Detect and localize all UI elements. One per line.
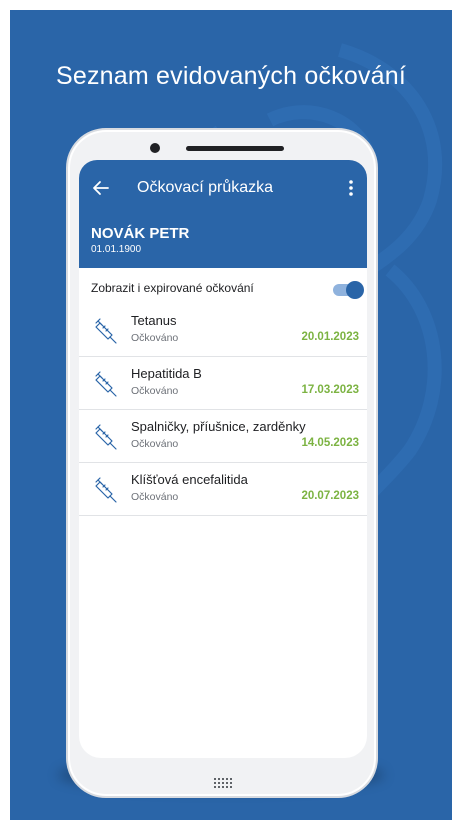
syringe-icon <box>95 477 117 503</box>
app-bar: Očkovací průkazka NOVÁK PETR 01.01.1900 <box>79 160 367 268</box>
expired-filter-row: Zobrazit i expirované očkování <box>79 268 367 304</box>
syringe-icon <box>95 424 117 450</box>
vaccination-list: Tetanus Očkováno 20.01.2023 Hepatitida B… <box>79 304 367 516</box>
syringe-icon <box>95 371 117 397</box>
patient-birth-date: 01.01.1900 <box>91 244 142 255</box>
patient-name: NOVÁK PETR <box>91 225 190 242</box>
expired-filter-toggle[interactable] <box>333 281 364 299</box>
home-grid-icon[interactable] <box>214 778 232 790</box>
promo-title: Seznam evidovaných očkování <box>55 62 407 90</box>
phone-frame: Očkovací průkazka NOVÁK PETR 01.01.1900 … <box>66 128 378 798</box>
vaccine-date: 20.01.2023 <box>301 331 359 343</box>
vaccine-date: 17.03.2023 <box>301 384 359 396</box>
list-item-vaccination[interactable]: Tetanus Očkováno 20.01.2023 <box>79 304 367 357</box>
vaccine-name: Hepatitida B <box>131 366 202 381</box>
list-item-vaccination[interactable]: Klíšťová encefalitida Očkováno 20.07.202… <box>79 463 367 516</box>
phone-screen: Očkovací průkazka NOVÁK PETR 01.01.1900 … <box>79 160 367 758</box>
expired-filter-label: Zobrazit i expirované očkování <box>91 281 254 295</box>
syringe-icon <box>95 318 117 344</box>
toggle-thumb <box>346 281 364 299</box>
vaccine-date: 14.05.2023 <box>301 437 359 449</box>
app-title: Očkovací průkazka <box>137 179 274 196</box>
front-camera <box>150 143 160 153</box>
list-item-vaccination[interactable]: Hepatitida B Očkováno 17.03.2023 <box>79 357 367 410</box>
earpiece-speaker <box>186 146 284 151</box>
vaccine-status: Očkováno <box>131 332 179 344</box>
more-vertical-icon[interactable] <box>345 177 357 199</box>
vaccine-status: Očkováno <box>131 438 179 450</box>
arrow-left-icon[interactable] <box>91 178 111 198</box>
vaccine-name: Klíšťová encefalitida <box>131 472 248 487</box>
vaccine-name: Tetanus <box>131 313 177 328</box>
vaccine-date: 20.07.2023 <box>301 490 359 502</box>
vaccine-name: Spalničky, příušnice, zarděnky <box>131 419 306 434</box>
vaccine-status: Očkováno <box>131 491 179 503</box>
list-item-vaccination[interactable]: Spalničky, příušnice, zarděnky Očkováno … <box>79 410 367 463</box>
vaccine-status: Očkováno <box>131 385 179 397</box>
